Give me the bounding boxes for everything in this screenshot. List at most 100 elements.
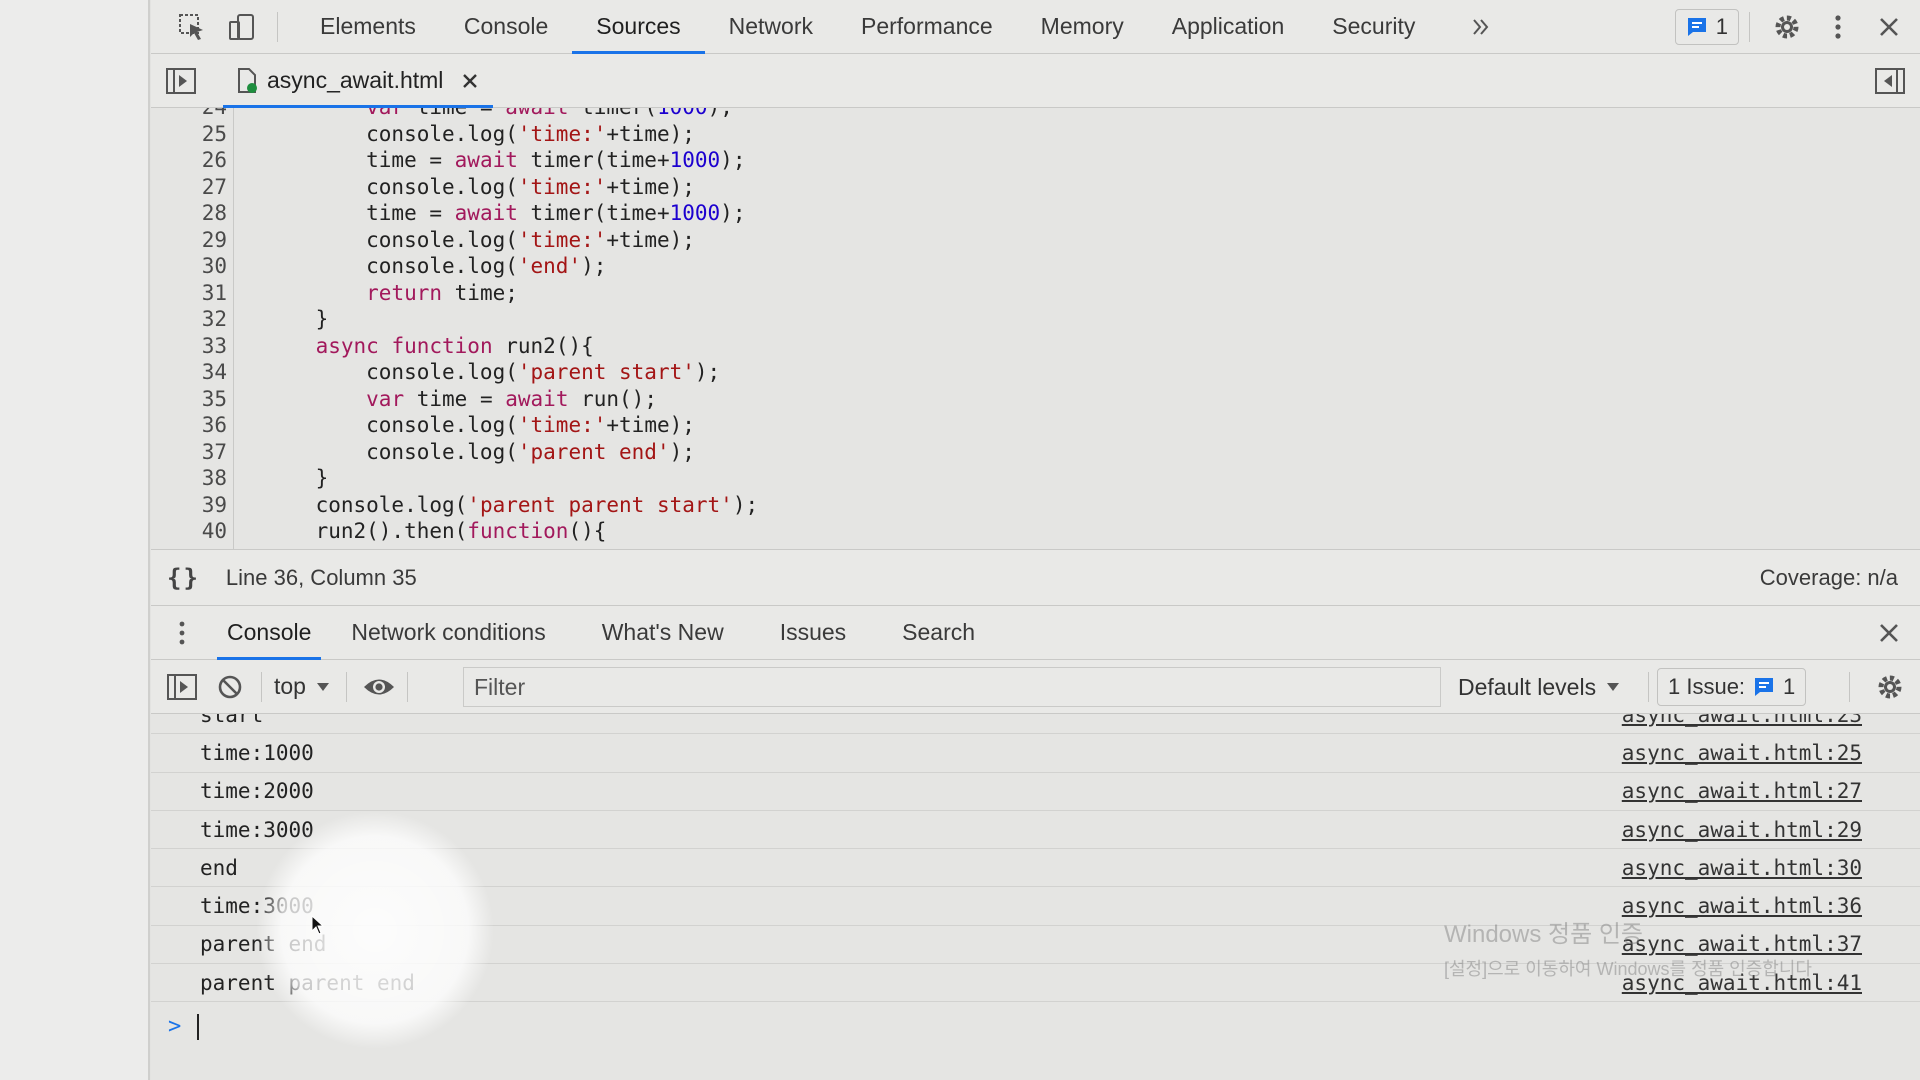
line-number[interactable]: 33	[151, 333, 227, 360]
code-line[interactable]: 30 console.log('end');	[151, 253, 1920, 280]
console-message-source-link[interactable]: async_await.html:23	[1622, 714, 1862, 727]
console-message: end async_await.html:30	[151, 849, 1920, 888]
clear-console-icon[interactable]	[213, 660, 247, 714]
file-tab[interactable]: async_await.html	[223, 54, 494, 108]
console-sidebar-toggle-icon[interactable]	[165, 660, 199, 714]
console-message: time:2000 async_await.html:27	[151, 773, 1920, 811]
editor-status-bar: {} Line 36, Column 35 Coverage: n/a	[151, 550, 1920, 606]
toggle-debugger-sidebar-icon[interactable]	[1874, 65, 1906, 97]
line-number[interactable]: 38	[151, 465, 227, 492]
line-number[interactable]: 29	[151, 227, 227, 254]
line-number[interactable]: 34	[151, 359, 227, 386]
tab-sources[interactable]: Sources	[572, 0, 706, 54]
line-number[interactable]: 39	[151, 492, 227, 519]
toolbar-divider	[1849, 672, 1850, 702]
code-line[interactable]: 34 console.log('parent start');	[151, 359, 1920, 386]
drawer-tab-what-s-new[interactable]: What's New	[582, 606, 744, 660]
drawer-tab-issues[interactable]: Issues	[760, 606, 866, 660]
tab-elements[interactable]: Elements	[296, 0, 440, 54]
code-line[interactable]: 31 return time;	[151, 280, 1920, 307]
code-line[interactable]: 32 }	[151, 306, 1920, 333]
console-message-text: end	[200, 855, 238, 880]
live-expression-eye-icon[interactable]	[359, 660, 399, 714]
pretty-print-braces-icon[interactable]: {}	[167, 564, 200, 592]
line-number[interactable]: 30	[151, 253, 227, 280]
code-line[interactable]: 36 console.log('time:'+time);	[151, 412, 1920, 439]
tab-console[interactable]: Console	[440, 0, 572, 54]
messages-badge[interactable]: 1	[1674, 8, 1739, 45]
close-file-icon[interactable]	[461, 72, 479, 90]
console-message-text: time:3000	[200, 894, 314, 919]
line-number[interactable]: 36	[151, 412, 227, 439]
line-number[interactable]: 37	[151, 439, 227, 466]
console-message-source-link[interactable]: async_await.html:37	[1622, 932, 1862, 956]
code-line[interactable]: 28 time = await timer(time+1000);	[151, 200, 1920, 227]
code-line[interactable]: 33 async function run2(){	[151, 333, 1920, 360]
console-settings-gear-icon[interactable]	[1865, 660, 1915, 714]
code-line[interactable]: 26 time = await timer(time+1000);	[151, 147, 1920, 174]
drawer-tab-network-conditions[interactable]: Network conditions	[331, 606, 565, 660]
tab-network[interactable]: Network	[705, 0, 837, 54]
console-filter-input[interactable]	[463, 667, 1441, 707]
context-selector[interactable]: top	[274, 673, 330, 700]
close-drawer-icon[interactable]	[1862, 606, 1916, 660]
line-number[interactable]: 32	[151, 306, 227, 333]
toggle-navigator-icon[interactable]	[165, 65, 197, 97]
line-number[interactable]: 31	[151, 280, 227, 307]
console-message-text: parent end	[200, 932, 327, 957]
console-message-source-link[interactable]: async_await.html:29	[1622, 818, 1862, 842]
code-line[interactable]: 40 run2().then(function(){	[151, 518, 1920, 545]
console-message-text: parent parent end	[200, 970, 415, 995]
file-modified-icon	[238, 67, 257, 93]
drawer-tab-console[interactable]: Console	[207, 606, 331, 660]
console-message-text: time:1000	[200, 740, 314, 765]
console-message-source-link[interactable]: async_await.html:30	[1622, 856, 1862, 880]
inspect-element-icon[interactable]	[167, 0, 217, 54]
context-value: top	[274, 673, 306, 699]
tab-security[interactable]: Security	[1308, 0, 1439, 54]
code-line[interactable]: 29 console.log('time:'+time);	[151, 227, 1920, 254]
code-text: }	[265, 307, 329, 331]
code-line[interactable]: 38 }	[151, 465, 1920, 492]
code-line[interactable]: 39 console.log('parent parent start');	[151, 492, 1920, 519]
line-number[interactable]: 25	[151, 121, 227, 148]
issues-badge[interactable]: 1 Issue: 1	[1657, 668, 1807, 706]
code-text: console.log('end');	[265, 254, 607, 278]
line-number[interactable]: 28	[151, 200, 227, 227]
line-number[interactable]: 35	[151, 386, 227, 413]
code-line[interactable]: 25 console.log('time:'+time);	[151, 121, 1920, 148]
log-levels-dropdown[interactable]: Default levels	[1458, 660, 1620, 714]
code-line[interactable]: 35 var time = await run();	[151, 386, 1920, 413]
line-number[interactable]: 40	[151, 518, 227, 545]
console-message-source-link[interactable]: async_await.html:41	[1622, 971, 1862, 995]
issues-count: 1	[1783, 674, 1796, 699]
code-text: var time = await timer(1000);	[265, 108, 733, 121]
tab-performance[interactable]: Performance	[837, 0, 1017, 54]
device-toolbar-icon[interactable]	[217, 0, 267, 54]
line-number[interactable]: 27	[151, 174, 227, 201]
code-text: console.log('time:'+time);	[265, 413, 695, 437]
code-text: console.log('time:'+time);	[265, 121, 695, 146]
tab-application[interactable]: Application	[1148, 0, 1309, 54]
console-prompt[interactable]: >	[151, 1006, 1920, 1046]
console-message-source-link[interactable]: async_await.html:36	[1622, 894, 1862, 918]
line-number[interactable]: 24	[151, 108, 227, 121]
close-devtools-icon[interactable]	[1862, 0, 1916, 54]
console-message: time:3000 async_await.html:36	[151, 888, 1920, 926]
code-text: console.log('time:'+time);	[265, 227, 695, 252]
settings-gear-icon[interactable]	[1760, 0, 1814, 54]
code-line[interactable]: 37 console.log('parent end');	[151, 439, 1920, 466]
more-tabs-chevron-icon[interactable]	[1459, 0, 1503, 54]
more-options-icon[interactable]	[1814, 0, 1862, 54]
code-line[interactable]: 24 var time = await timer(1000);	[151, 108, 1920, 121]
line-number[interactable]: 26	[151, 147, 227, 174]
text-caret	[197, 1014, 199, 1040]
main-tab-bar: Elements Console Sources Network Performance…	[151, 0, 1920, 54]
drawer-menu-icon[interactable]	[165, 606, 199, 660]
console-message-source-link[interactable]: async_await.html:25	[1622, 741, 1862, 765]
code-editor[interactable]: 24 var time = await timer(1000);25 conso…	[151, 108, 1920, 550]
tab-memory[interactable]: Memory	[1017, 0, 1148, 54]
drawer-tab-search[interactable]: Search	[882, 606, 995, 660]
code-line[interactable]: 27 console.log('time:'+time);	[151, 174, 1920, 201]
console-message-source-link[interactable]: async_await.html:27	[1622, 779, 1862, 803]
